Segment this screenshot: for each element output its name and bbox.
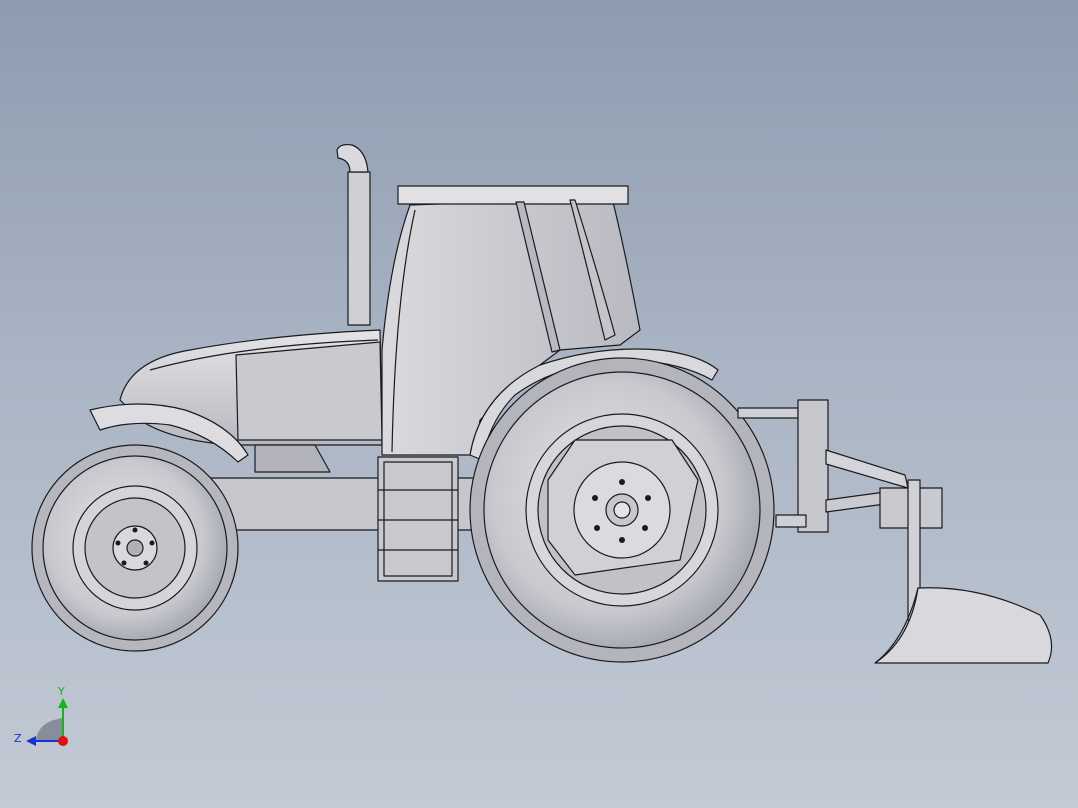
hood-vent — [254, 444, 331, 473]
hood-side-panel — [235, 341, 383, 441]
graphics-viewport[interactable]: Y Z — [0, 0, 1078, 808]
front-wheel — [31, 444, 239, 652]
triad-y-arrow — [58, 698, 68, 708]
cab-steps — [377, 456, 459, 582]
rear-wheel — [469, 357, 775, 663]
triad-x-axis-dot — [58, 736, 68, 746]
cab-roof — [397, 185, 629, 205]
triad-y-label: Y — [57, 685, 65, 698]
exhaust-elbow — [336, 143, 369, 173]
orientation-triad: Y Z — [8, 684, 80, 754]
triad-z-arrow — [26, 736, 36, 746]
triad-z-label: Z — [14, 732, 22, 745]
tractor-model[interactable] — [0, 0, 1078, 808]
plough-implement — [874, 479, 1053, 664]
triad-view-disc — [36, 718, 62, 740]
exhaust-pipe — [347, 171, 371, 326]
